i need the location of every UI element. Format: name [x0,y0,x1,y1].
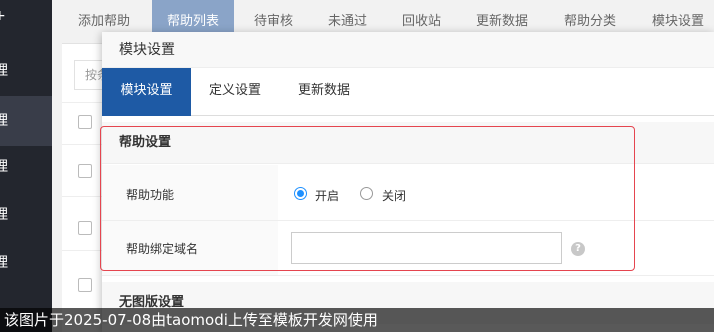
row-checkbox[interactable] [78,278,92,292]
sidebar-item-label: 理 [0,207,8,223]
sidebar-item-label: 理 [0,113,8,129]
row-checkbox[interactable] [78,164,92,178]
sidebar-item-4[interactable]: 理 [0,190,52,240]
watermark: 该图片于2025-07-08由taomodi上传至模板开发网使用 [0,308,714,332]
tab-update-data[interactable]: 更新数据 [279,68,369,116]
sidebar-item-label: 理 [0,63,8,79]
sidebar-item-5[interactable]: 理 [0,238,52,288]
help-icon[interactable]: ? [571,242,585,256]
modal-tab-bar: 模块设置 定义设置 更新数据 [102,68,714,116]
tab-module-settings[interactable]: 模块设置 [102,68,191,116]
tab-define-settings[interactable]: 定义设置 [191,68,279,116]
divider [62,196,104,197]
section-heading-help-settings: 帮助设置 [102,122,714,164]
sidebar-item-2[interactable]: 理 [0,96,52,146]
plus-icon: + [0,8,6,24]
radio-enable[interactable] [294,187,307,200]
radio-disable-label[interactable]: 关闭 [382,187,406,204]
radio-enable-label[interactable]: 开启 [315,187,339,204]
sidebar-item-3[interactable]: 理 [0,142,52,192]
divider [102,275,714,276]
help-domain-label: 帮助绑定域名 [126,242,199,256]
divider [102,220,714,221]
modal-title: 模块设置 [102,32,714,68]
divider [62,102,104,103]
module-settings-modal: 模块设置 模块设置 定义设置 更新数据 帮助设置 帮助功能 开启 关闭 帮助绑定… [102,32,714,332]
radio-disable[interactable] [360,187,373,200]
sidebar: + 理 理 理 理 理 [0,0,52,332]
help-function-label: 帮助功能 [126,188,175,202]
row-checkbox[interactable] [78,115,92,129]
help-domain-input[interactable] [291,232,562,264]
sidebar-item-label: 理 [0,159,8,175]
divider [62,250,104,251]
sidebar-item-label: 理 [0,255,8,271]
divider [62,144,104,145]
sidebar-item-1[interactable]: 理 [0,46,52,96]
row-checkbox[interactable] [78,221,92,235]
